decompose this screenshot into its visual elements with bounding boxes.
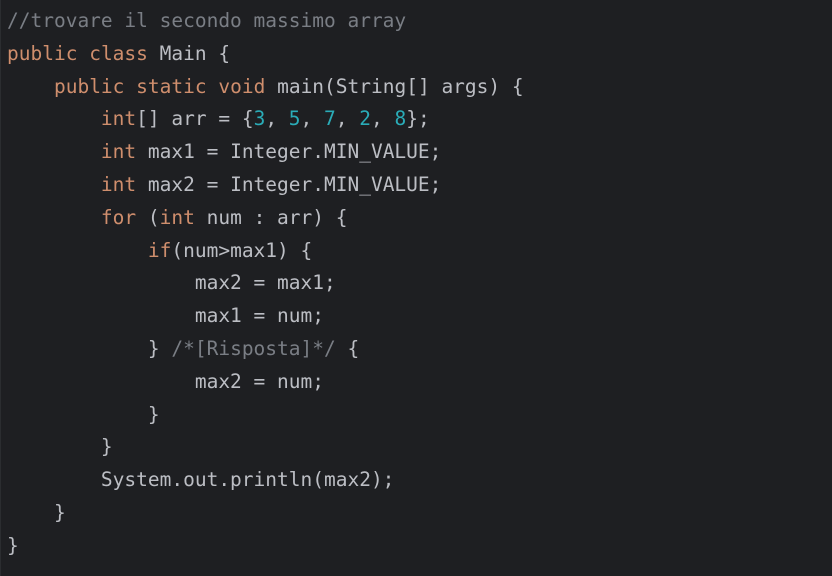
- number-token: 3: [253, 107, 266, 131]
- keyword-token: class: [89, 41, 148, 65]
- keyword-token: int: [159, 205, 195, 229]
- code-editor[interactable]: //trovare il secondo massimo array public…: [0, 0, 832, 576]
- code-token: max1 = num;: [7, 304, 324, 328]
- code-token: max2 = max1;: [7, 271, 336, 295]
- keyword-token: int: [100, 172, 137, 196]
- code-token: ,: [335, 107, 360, 131]
- code-line[interactable]: max1 = num;: [1, 300, 832, 333]
- code-token: }: [7, 500, 66, 524]
- code-line[interactable]: public class Main {: [1, 38, 832, 71]
- code-line[interactable]: int[] arr = {3, 5, 7, 2, 8};: [1, 103, 832, 136]
- code-token: }: [7, 402, 160, 426]
- code-line[interactable]: }: [1, 497, 832, 530]
- code-line[interactable]: public static void main(String[] args) {: [1, 71, 832, 104]
- code-token: {: [335, 336, 360, 360]
- number-token: 5: [288, 107, 301, 131]
- code-line[interactable]: }: [1, 399, 832, 432]
- code-line[interactable]: int max1 = Integer.MIN_VALUE;: [1, 136, 832, 169]
- code-line[interactable]: }: [1, 431, 832, 464]
- code-token: num : arr) {: [194, 205, 348, 229]
- code-line[interactable]: if(num>max1) {: [1, 235, 832, 268]
- code-line[interactable]: } /*[Risposta]*/ {: [1, 333, 832, 366]
- code-token: (: [136, 205, 160, 229]
- keyword-token: int: [100, 107, 137, 131]
- code-line[interactable]: max2 = max1;: [1, 267, 832, 300]
- keyword-token: if: [147, 238, 172, 262]
- keyword-token: void: [218, 74, 266, 98]
- number-token: 2: [359, 107, 372, 131]
- code-line[interactable]: }: [1, 530, 832, 563]
- keyword-token: public: [53, 74, 125, 98]
- code-token: };: [406, 107, 430, 131]
- number-token: 8: [394, 107, 407, 131]
- keyword-token: public: [7, 41, 78, 65]
- keyword-token: static: [136, 74, 207, 98]
- code-token: max2 = num;: [7, 369, 324, 393]
- code-line[interactable]: max2 = num;: [1, 366, 832, 399]
- code-token: ,: [300, 107, 325, 131]
- code-line[interactable]: //trovare il secondo massimo array: [1, 5, 832, 38]
- code-token: (num>max1) {: [171, 238, 313, 262]
- code-token: max2 = Integer.MIN_VALUE;: [136, 172, 442, 196]
- number-token: 7: [324, 107, 336, 131]
- code-token: main(String[] args) {: [265, 74, 524, 98]
- keyword-token: for: [100, 205, 137, 229]
- code-token: }: [7, 336, 172, 360]
- comment-token: //trovare il secondo massimo array: [7, 9, 407, 32]
- code-token: ,: [265, 107, 289, 131]
- code-token: }: [7, 435, 113, 459]
- code-token: [] arr = {: [136, 107, 254, 131]
- code-token: ,: [371, 107, 395, 131]
- code-token: Main {: [147, 41, 231, 65]
- keyword-token: int: [100, 140, 137, 164]
- comment-token: /*[Risposta]*/: [171, 336, 336, 360]
- code-token: System.out.println(max2);: [7, 468, 395, 492]
- code-token: }: [7, 533, 19, 557]
- code-token: max1 = Integer.MIN_VALUE;: [136, 140, 442, 164]
- code-line[interactable]: for (int num : arr) {: [1, 202, 832, 235]
- code-line[interactable]: int max2 = Integer.MIN_VALUE;: [1, 169, 832, 202]
- code-line[interactable]: System.out.println(max2);: [1, 464, 832, 497]
